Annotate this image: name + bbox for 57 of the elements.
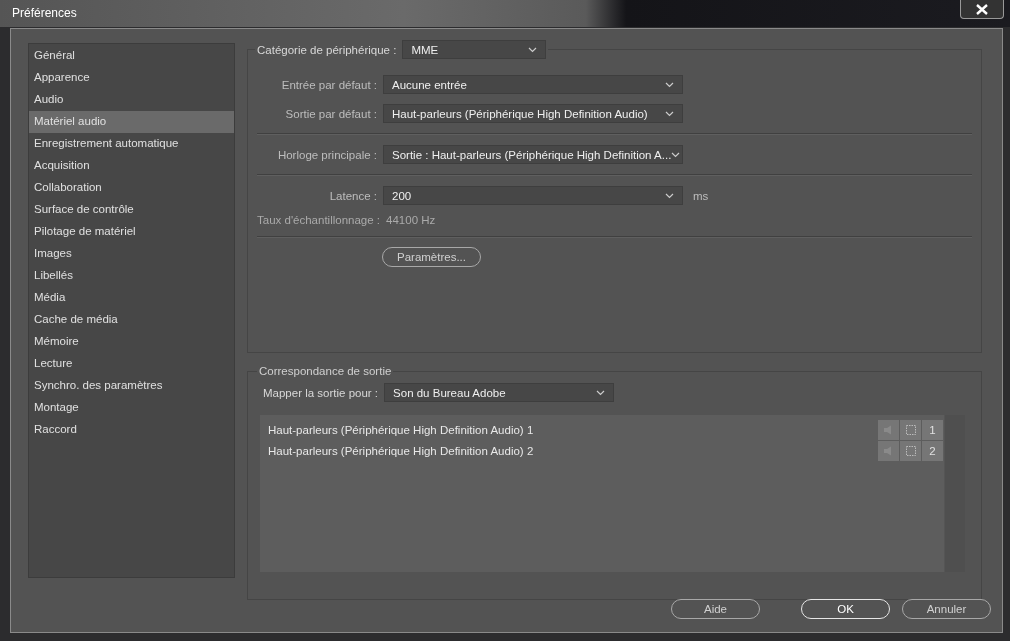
frame-toggle[interactable] [900, 440, 921, 461]
field-label: Sortie par défaut : [284, 107, 377, 120]
category-item[interactable]: Libellés [29, 265, 234, 287]
dropdown[interactable]: Aucune entrée [383, 75, 683, 94]
category-item[interactable]: Acquisition [29, 155, 234, 177]
settings-button[interactable]: Paramètres... [382, 247, 481, 267]
category-item[interactable]: Collaboration [29, 177, 234, 199]
category-item[interactable]: Enregistrement automatique [29, 133, 234, 155]
dropdown[interactable]: Sortie : Haut-parleurs (Périphérique High Definition A... [383, 145, 683, 164]
category-item[interactable]: Matériel audio [29, 111, 234, 133]
field-label: Catégorie de périphérique : [257, 43, 397, 56]
field-label: Horloge principale : [276, 148, 377, 161]
chevron-icon [671, 151, 681, 158]
channel-number: 1 [922, 419, 943, 440]
dropdown[interactable]: Haut-parleurs (Périphérique High Definition Audio) [383, 104, 683, 123]
close-button[interactable] [960, 0, 1004, 19]
dropdown[interactable]: 200 [383, 186, 683, 205]
group-title: Correspondance de sortie [258, 365, 393, 377]
category-item[interactable]: Lecture [29, 353, 234, 375]
cancel-button[interactable]: Annuler [902, 599, 991, 619]
category-item[interactable]: Média [29, 287, 234, 309]
chevron-icon [596, 389, 606, 396]
field-label: Taux d'échantillonnage : [257, 214, 381, 226]
frame-icon [903, 422, 918, 437]
category-item[interactable]: Mémoire [29, 331, 234, 353]
help-button[interactable]: Aide [671, 599, 760, 619]
unit-label: ms [693, 189, 709, 202]
category-item[interactable]: Apparence [29, 67, 234, 89]
ok-button[interactable]: OK [801, 599, 890, 619]
dropdown[interactable]: Son du Bureau Adobe [384, 383, 615, 402]
category-item[interactable]: Pilotage de matériel [29, 221, 234, 243]
chevron-icon [665, 110, 674, 117]
frame-toggle[interactable] [900, 419, 921, 440]
category-item[interactable]: Images [29, 243, 234, 265]
field-label: Latence : [328, 189, 377, 202]
chevron-icon [665, 192, 674, 199]
speaker-toggle[interactable] [878, 419, 899, 440]
field-label: Mapper la sortie pour : [263, 386, 379, 399]
speaker-toggle[interactable] [878, 440, 899, 461]
output-item[interactable]: Haut-parleurs (Périphérique High Definition Audio) 1 [268, 423, 534, 436]
window-title: Préférences [12, 6, 77, 20]
close-icon [976, 3, 988, 15]
category-item[interactable]: Surface de contrôle [29, 199, 234, 221]
category-item[interactable]: Audio [29, 89, 234, 111]
field-label: Entrée par défaut : [280, 78, 377, 91]
category-item[interactable]: Raccord [29, 419, 234, 441]
category-item[interactable]: Synchro. des paramètres [29, 375, 234, 397]
category-dropdown[interactable]: MME [402, 40, 547, 59]
category-item[interactable]: Montage [29, 397, 234, 419]
scrollbar[interactable] [944, 415, 965, 572]
chevron-icon [528, 46, 538, 53]
output-item[interactable]: Haut-parleurs (Périphérique High Definition Audio) 2 [268, 444, 534, 457]
category-item[interactable]: Général [29, 45, 234, 67]
frame-icon [903, 443, 918, 458]
chevron-icon [665, 81, 674, 88]
category-item[interactable]: Cache de média [29, 309, 234, 331]
channel-number: 2 [922, 440, 943, 461]
